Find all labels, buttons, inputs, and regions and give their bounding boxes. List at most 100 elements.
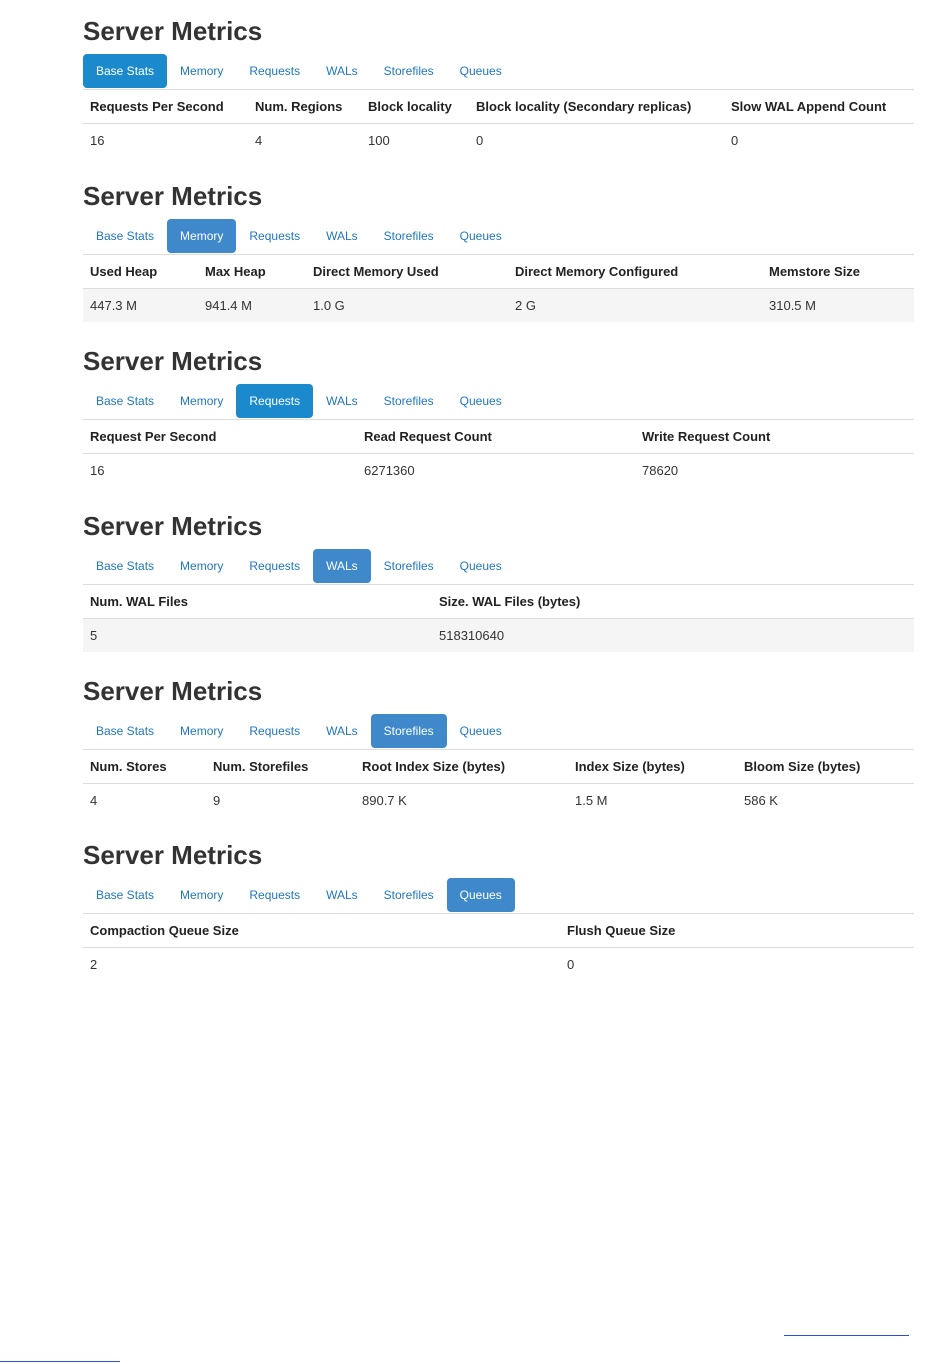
table-cell: 0 [731, 133, 739, 148]
tab-base-stats[interactable]: Base Stats [83, 384, 167, 418]
base-stats-table: Requests Per Second Num. Regions Block l… [83, 89, 914, 157]
tab-storefiles[interactable]: Storefiles [371, 878, 447, 912]
tab-requests[interactable]: Requests [236, 384, 314, 418]
tab-memory[interactable]: Memory [167, 54, 236, 88]
table-row: 16 4 100 0 0 [83, 124, 914, 158]
table-cell: 1.5 M [575, 793, 608, 808]
queues-table: Compaction Queue Size Flush Queue Size 2… [83, 913, 914, 981]
column-header: Num. Stores [83, 749, 206, 784]
tab-requests[interactable]: Requests [236, 54, 313, 88]
tab-base-stats[interactable]: Base Stats [83, 54, 168, 88]
section-title: Server Metrics [83, 676, 263, 706]
column-header: Used Heap [83, 254, 198, 289]
column-header: Bloom Size (bytes) [737, 749, 914, 784]
table-row: 4 9 890.7 K 1.5 M 586 K [83, 784, 914, 818]
tab-storefiles[interactable]: Storefiles [371, 549, 447, 583]
section-title: Server Metrics [83, 181, 263, 211]
column-header: Request Per Second [83, 419, 357, 454]
table-header-row: Num. WAL Files Size. WAL Files (bytes) [83, 584, 914, 619]
tab-base-stats[interactable]: Base Stats [83, 549, 167, 583]
tab-requests[interactable]: Requests [236, 878, 313, 912]
tab-memory[interactable]: Memory [167, 549, 236, 583]
tab-requests[interactable]: Requests [236, 219, 313, 253]
table-header-row: Request Per Second Read Request Count Wr… [83, 419, 914, 454]
table-cell: 0 [476, 133, 484, 148]
tab-memory[interactable]: Memory [167, 714, 236, 748]
requests-table: Request Per Second Read Request Count Wr… [83, 419, 914, 487]
table-cell: 78620 [642, 463, 679, 478]
section-title: Server Metrics [83, 840, 263, 870]
table-cell: 5 [83, 618, 432, 652]
table-cell: 4 [255, 133, 263, 148]
table-header-row: Num. Stores Num. Storefiles Root Index S… [83, 749, 914, 784]
table-cell: 2 G [508, 288, 762, 322]
metrics-tabs: Base Stats Memory Requests WALs Storefil… [83, 878, 515, 912]
tab-wals[interactable]: WALs [313, 549, 371, 583]
tab-wals[interactable]: WALs [313, 878, 371, 912]
column-header: Max Heap [198, 254, 306, 289]
section-title: Server Metrics [83, 16, 263, 46]
tab-base-stats[interactable]: Base Stats [83, 219, 167, 253]
tab-storefiles[interactable]: Storefiles [371, 219, 447, 253]
table-cell: 518310640 [432, 618, 914, 652]
metrics-tabs: Base Stats Memory Requests WALs Storefil… [83, 54, 515, 88]
tab-requests[interactable]: Requests [236, 549, 313, 583]
column-header: Index Size (bytes) [568, 749, 737, 784]
column-header: Num. WAL Files [83, 584, 432, 619]
column-header: Compaction Queue Size [83, 913, 560, 948]
table-row: 16 6271360 78620 [83, 454, 914, 488]
metrics-tabs: Base Stats Memory Requests WALs Storefil… [83, 219, 515, 253]
column-header: Size. WAL Files (bytes) [432, 584, 914, 619]
tab-memory[interactable]: Memory [167, 219, 237, 253]
tab-wals[interactable]: WALs [313, 384, 371, 418]
footer-link-underline[interactable] [0, 1361, 120, 1362]
table-cell: 16 [90, 463, 105, 478]
metrics-tabs: Base Stats Memory Requests WALs Storefil… [83, 384, 515, 418]
table-cell: 4 [90, 793, 98, 808]
table-row: 2 0 [83, 948, 914, 982]
table-cell: 941.4 M [198, 288, 306, 322]
tab-wals[interactable]: WALs [313, 54, 371, 88]
section-title: Server Metrics [83, 511, 263, 541]
table-cell: 6271360 [364, 463, 415, 478]
wals-table: Num. WAL Files Size. WAL Files (bytes) 5… [83, 584, 914, 652]
tab-storefiles[interactable]: Storefiles [371, 384, 447, 418]
tab-storefiles[interactable]: Storefiles [370, 714, 447, 748]
column-header: Flush Queue Size [560, 913, 914, 948]
tab-queues[interactable]: Queues [447, 549, 515, 583]
section-title: Server Metrics [83, 346, 263, 376]
column-header: Direct Memory Configured [508, 254, 762, 289]
tab-wals[interactable]: WALs [313, 219, 371, 253]
table-cell: 100 [368, 133, 390, 148]
tab-base-stats[interactable]: Base Stats [83, 878, 167, 912]
tab-storefiles[interactable]: Storefiles [371, 54, 447, 88]
tab-queues[interactable]: Queues [447, 219, 515, 253]
tab-queues[interactable]: Queues [447, 714, 515, 748]
metrics-tabs: Base Stats Memory Requests WALs Storefil… [83, 549, 515, 583]
table-row: 447.3 M 941.4 M 1.0 G 2 G 310.5 M [83, 288, 914, 322]
tab-wals[interactable]: WALs [313, 714, 371, 748]
tab-memory[interactable]: Memory [167, 384, 236, 418]
table-cell: 2 [90, 957, 98, 972]
tab-queues[interactable]: Queues [446, 878, 515, 912]
table-header-row: Requests Per Second Num. Regions Block l… [83, 89, 914, 124]
column-header: Write Request Count [635, 419, 914, 454]
metrics-tabs: Base Stats Memory Requests WALs Storefil… [83, 714, 515, 748]
table-header-row: Compaction Queue Size Flush Queue Size [83, 913, 914, 948]
table-cell: 16 [90, 133, 105, 148]
table-row: 5 518310640 [83, 618, 914, 652]
tab-queues[interactable]: Queues [447, 54, 515, 88]
tab-requests[interactable]: Requests [236, 714, 313, 748]
footer-link-underline[interactable] [784, 1335, 909, 1336]
table-cell: 0 [567, 957, 575, 972]
tab-memory[interactable]: Memory [167, 878, 236, 912]
tab-base-stats[interactable]: Base Stats [83, 714, 167, 748]
table-cell: 586 K [744, 793, 778, 808]
column-header: Read Request Count [357, 419, 635, 454]
table-cell: 310.5 M [762, 288, 914, 322]
column-header: Memstore Size [762, 254, 914, 289]
table-cell: 1.0 G [306, 288, 508, 322]
column-header: Direct Memory Used [306, 254, 508, 289]
column-header: Block locality (Secondary replicas) [469, 89, 724, 124]
tab-queues[interactable]: Queues [447, 384, 515, 418]
